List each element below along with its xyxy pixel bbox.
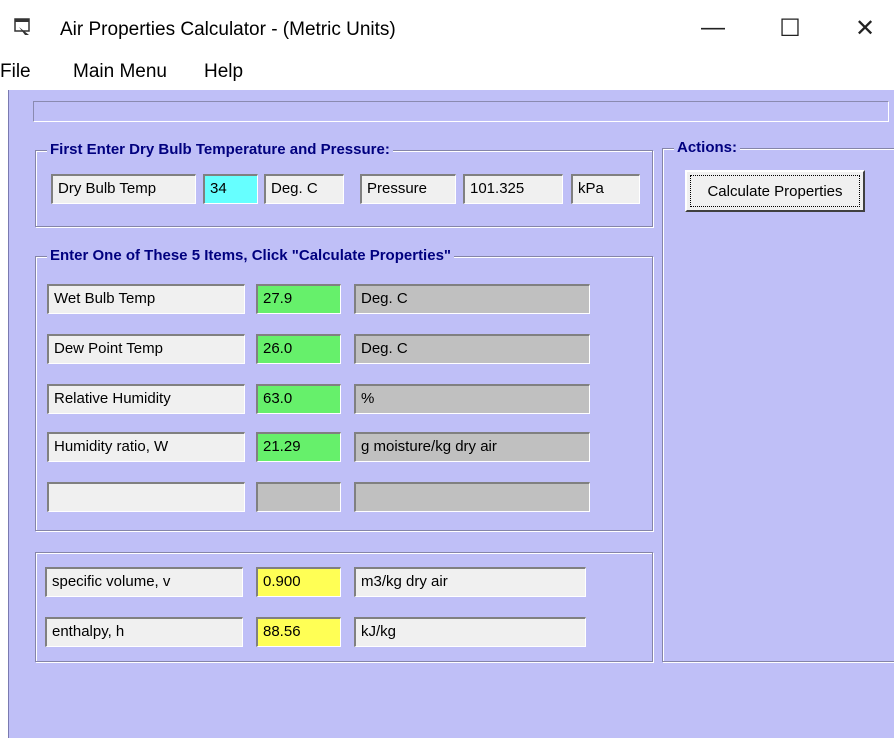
actions-group	[662, 148, 894, 662]
wet-bulb-unit: Deg. C	[354, 284, 590, 314]
dry-bulb-pressure-legend: First Enter Dry Bulb Temperature and Pre…	[47, 141, 393, 158]
enthalpy-value: 88.56	[256, 617, 341, 647]
humidity-ratio-input[interactable]: 21.29	[256, 432, 341, 462]
menu-main-menu[interactable]: Main Menu	[73, 61, 167, 83]
humidity-ratio-unit: g moisture/kg dry air	[354, 432, 590, 462]
dry-bulb-label: Dry Bulb Temp	[51, 174, 196, 204]
close-button[interactable]: ✕	[835, 8, 894, 48]
dry-bulb-input[interactable]: 34	[203, 174, 258, 204]
dew-point-label: Dew Point Temp	[47, 334, 245, 364]
wet-bulb-input[interactable]: 27.9	[256, 284, 341, 314]
input-items-legend: Enter One of These 5 Items, Click "Calcu…	[47, 247, 455, 264]
extra-item-label	[47, 482, 245, 512]
extra-item-unit	[354, 482, 590, 512]
progress-bar	[33, 101, 889, 122]
enthalpy-label: enthalpy, h	[45, 617, 243, 647]
app-icon	[14, 18, 30, 35]
calculate-properties-button[interactable]: Calculate Properties	[685, 170, 865, 212]
menu-bar: File Main Menu Help	[0, 56, 894, 90]
relative-humidity-label: Relative Humidity	[47, 384, 245, 414]
wet-bulb-label: Wet Bulb Temp	[47, 284, 245, 314]
menu-help[interactable]: Help	[204, 61, 243, 83]
dry-bulb-unit: Deg. C	[264, 174, 344, 204]
humidity-ratio-label: Humidity ratio, W	[47, 432, 245, 462]
window-title: Air Properties Calculator - (Metric Unit…	[60, 19, 396, 40]
actions-legend: Actions:	[674, 139, 740, 156]
pressure-label: Pressure	[360, 174, 456, 204]
relative-humidity-input[interactable]: 63.0	[256, 384, 341, 414]
extra-item-input[interactable]	[256, 482, 341, 512]
dew-point-unit: Deg. C	[354, 334, 590, 364]
specific-volume-unit: m3/kg dry air	[354, 567, 586, 597]
pressure-unit: kPa	[571, 174, 640, 204]
relative-humidity-unit: %	[354, 384, 590, 414]
maximize-button[interactable]: ☐	[760, 8, 820, 48]
pressure-input[interactable]: 101.325	[463, 174, 563, 204]
enthalpy-unit: kJ/kg	[354, 617, 586, 647]
minimize-button[interactable]: —	[683, 8, 743, 48]
menu-file[interactable]: File	[0, 61, 31, 83]
specific-volume-value: 0.900	[256, 567, 341, 597]
dew-point-input[interactable]: 26.0	[256, 334, 341, 364]
title-bar: Air Properties Calculator - (Metric Unit…	[0, 0, 894, 56]
specific-volume-label: specific volume, v	[45, 567, 243, 597]
